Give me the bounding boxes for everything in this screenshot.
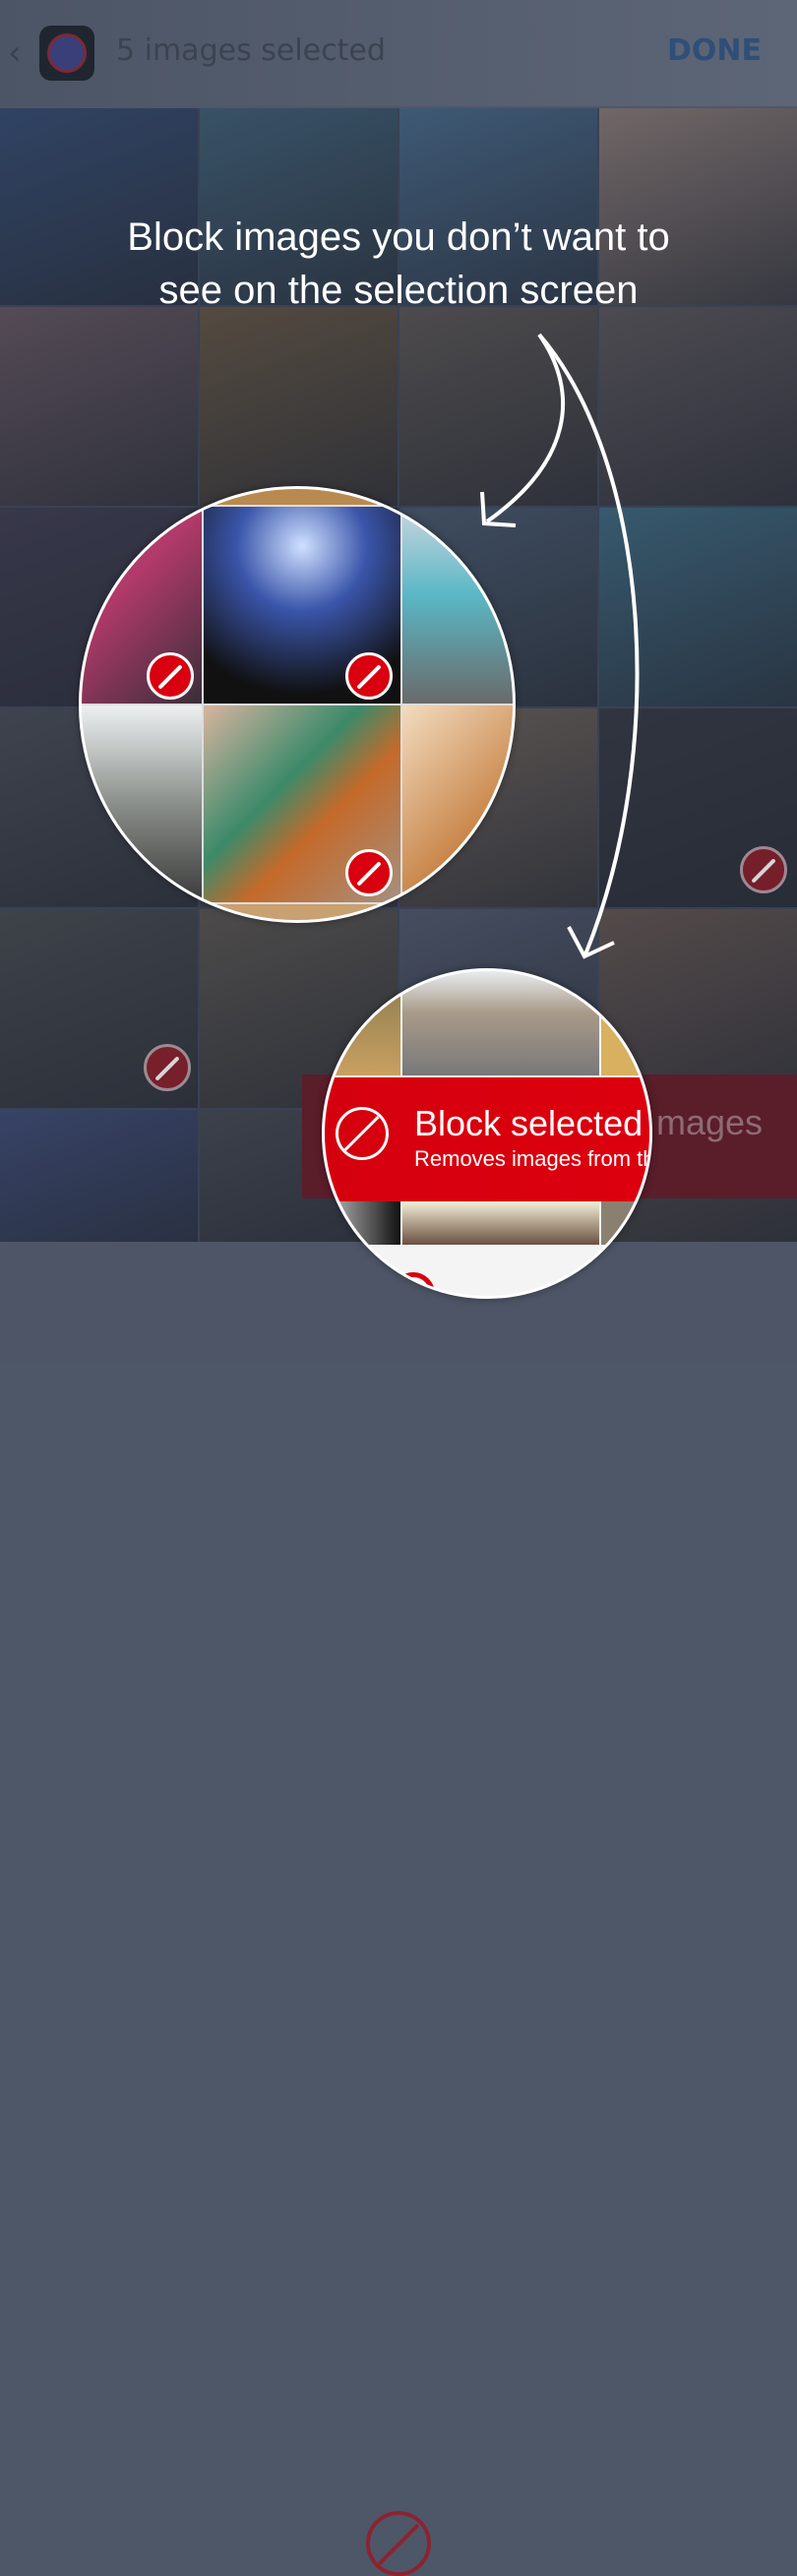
block-icon[interactable] (366, 2511, 431, 2576)
arrow-to-grid (485, 333, 566, 523)
arrow-to-banner (537, 333, 640, 955)
arrows (480, 333, 640, 959)
